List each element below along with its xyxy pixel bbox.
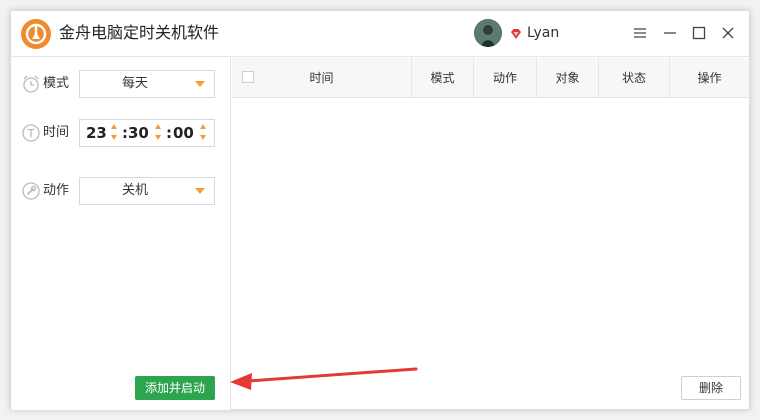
second-stepper[interactable] <box>200 124 208 142</box>
add-and-start-button[interactable]: 添加并启动 <box>135 376 215 400</box>
hour-field[interactable]: 23 <box>86 123 107 143</box>
chevron-down-icon <box>195 81 205 87</box>
column-header-status: 状态 <box>599 58 670 98</box>
minimize-icon[interactable] <box>662 25 678 41</box>
column-header-operation: 操作 <box>697 71 722 85</box>
settings-panel: 模式 每天 时间 23 : 30 : 00 动作 关机 添加并启动 <box>11 58 231 410</box>
hour-stepper[interactable] <box>111 124 119 142</box>
title-bar: 金舟电脑定时关机软件 Lyan <box>11 11 749 57</box>
table-header: 时间 模式 动作 对象 状态 操作 <box>232 58 749 98</box>
mode-select[interactable]: 每天 <box>79 70 215 98</box>
user-avatar[interactable] <box>474 19 502 47</box>
action-value: 关机 <box>121 183 148 198</box>
user-name[interactable]: Lyan <box>527 24 559 42</box>
time-label: 时间 <box>43 125 70 140</box>
column-header-action: 动作 <box>474 58 537 98</box>
wrench-icon <box>21 181 41 201</box>
action-label: 动作 <box>43 183 70 198</box>
app-window: 金舟电脑定时关机软件 Lyan 模式 每天 时间 23: 30: 00 动作… <box>10 10 750 410</box>
app-logo-icon <box>21 19 51 49</box>
column-header-time: 时间 <box>232 58 412 98</box>
mode-label: 模式 <box>43 76 70 91</box>
time-picker: 23 : 30 : 00 <box>79 119 215 147</box>
minute-field[interactable]: 30 <box>128 123 149 143</box>
delete-button[interactable]: 删除 <box>681 376 741 400</box>
mode-value: 每天 <box>121 76 148 91</box>
select-all-checkbox[interactable] <box>242 71 254 83</box>
app-title: 金舟电脑定时关机软件 <box>59 23 220 42</box>
column-header-mode: 模式 <box>412 58 474 98</box>
close-icon[interactable] <box>720 25 736 41</box>
vip-diamond-icon <box>509 26 523 40</box>
second-field[interactable]: 00 <box>173 123 194 143</box>
alarm-clock-icon <box>21 74 41 94</box>
maximize-icon[interactable] <box>691 25 707 41</box>
chevron-down-icon <box>195 188 205 194</box>
action-select[interactable]: 关机 <box>79 177 215 205</box>
minute-stepper[interactable] <box>155 124 163 142</box>
annotation-arrow-icon <box>230 367 418 390</box>
menu-icon[interactable] <box>632 25 648 41</box>
task-table: 时间 模式 动作 对象 状态 操作 删除 <box>232 58 749 410</box>
column-header-target: 对象 <box>537 58 599 98</box>
timer-icon <box>21 123 41 143</box>
